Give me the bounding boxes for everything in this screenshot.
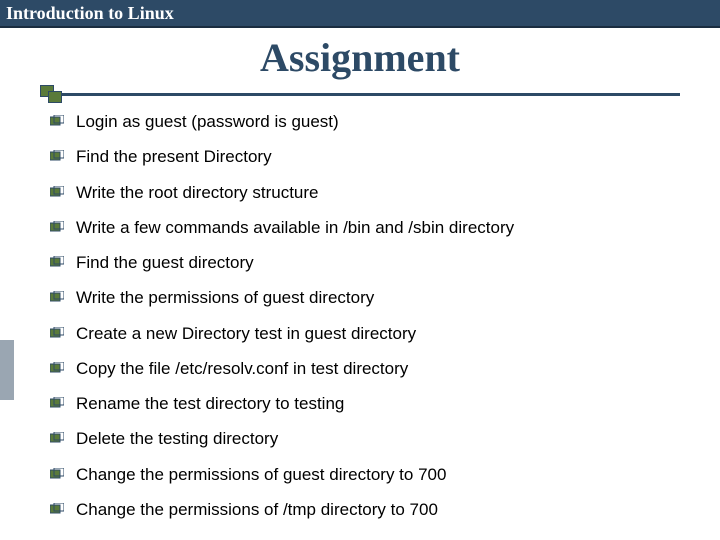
list-item-text: Write the permissions of guest directory bbox=[76, 287, 374, 308]
bullet-icon bbox=[50, 291, 64, 303]
bullet-icon bbox=[50, 503, 64, 515]
list-item: Write the permissions of guest directory bbox=[50, 287, 670, 308]
bullet-icon bbox=[50, 256, 64, 268]
list-item-text: Create a new Directory test in guest dir… bbox=[76, 323, 416, 344]
list-item-text: Copy the file /etc/resolv.conf in test d… bbox=[76, 358, 408, 379]
side-accent bbox=[0, 340, 14, 400]
list-item-text: Delete the testing directory bbox=[76, 428, 278, 449]
list-item: Login as guest (password is guest) bbox=[50, 111, 670, 132]
list-item: Find the guest directory bbox=[50, 252, 670, 273]
list-item: Create a new Directory test in guest dir… bbox=[50, 323, 670, 344]
bullet-icon bbox=[50, 432, 64, 444]
divider-line bbox=[40, 93, 680, 96]
list-item-text: Write a few commands available in /bin a… bbox=[76, 217, 514, 238]
list-item-text: Find the present Directory bbox=[76, 146, 272, 167]
bullet-icon bbox=[50, 150, 64, 162]
list-item-text: Change the permissions of /tmp directory… bbox=[76, 499, 438, 520]
list-item: Write a few commands available in /bin a… bbox=[50, 217, 670, 238]
list-item: Rename the test directory to testing bbox=[50, 393, 670, 414]
list-item: Change the permissions of guest director… bbox=[50, 464, 670, 485]
list-item-text: Rename the test directory to testing bbox=[76, 393, 344, 414]
bullet-icon bbox=[50, 397, 64, 409]
list-item-text: Change the permissions of guest director… bbox=[76, 464, 446, 485]
list-item-text: Find the guest directory bbox=[76, 252, 254, 273]
page-title: Assignment bbox=[0, 34, 720, 81]
list-item: Copy the file /etc/resolv.conf in test d… bbox=[50, 358, 670, 379]
bullet-icon bbox=[50, 186, 64, 198]
divider-blocks bbox=[40, 85, 62, 103]
title-divider bbox=[40, 85, 680, 105]
bullet-icon bbox=[50, 327, 64, 339]
header-bar: Introduction to Linux bbox=[0, 0, 720, 28]
list-item: Find the present Directory bbox=[50, 146, 670, 167]
bullet-icon bbox=[50, 115, 64, 127]
header-title: Introduction to Linux bbox=[6, 3, 174, 24]
block-icon bbox=[48, 91, 62, 103]
bullet-icon bbox=[50, 221, 64, 233]
list-item: Delete the testing directory bbox=[50, 428, 670, 449]
bullet-icon bbox=[50, 362, 64, 374]
list-item-text: Login as guest (password is guest) bbox=[76, 111, 339, 132]
list-item: Write the root directory structure bbox=[50, 182, 670, 203]
list-item: Change the permissions of /tmp directory… bbox=[50, 499, 670, 520]
content-list: Login as guest (password is guest) Find … bbox=[0, 111, 720, 520]
list-item-text: Write the root directory structure bbox=[76, 182, 319, 203]
bullet-icon bbox=[50, 468, 64, 480]
